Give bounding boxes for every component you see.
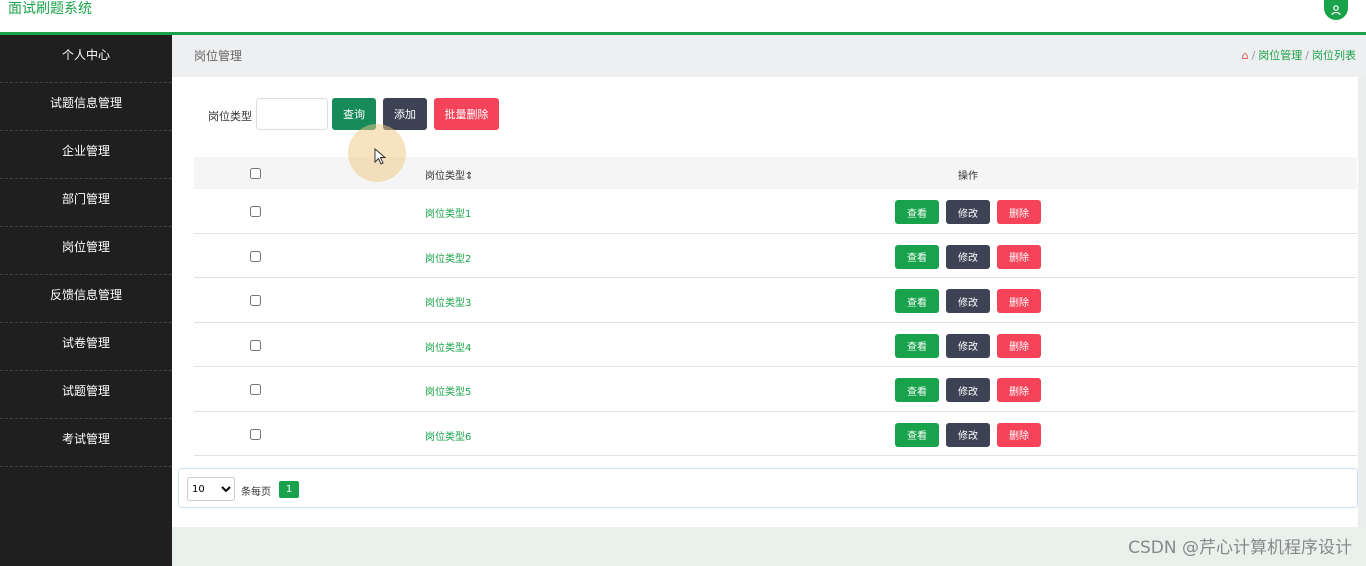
sidebar-item-questions[interactable]: 试题管理 (0, 371, 172, 419)
delete-button[interactable]: 删除 (997, 289, 1041, 313)
view-button[interactable]: 查看 (895, 289, 939, 313)
view-button[interactable]: 查看 (895, 378, 939, 402)
breadcrumb-item-list: 岗位列表 (1312, 49, 1356, 62)
row-checkbox[interactable] (250, 250, 261, 262)
delete-button[interactable]: 删除 (997, 378, 1041, 402)
edit-button[interactable]: 修改 (946, 422, 990, 447)
row-checkbox[interactable] (250, 339, 261, 351)
cell-position-type: 岗位类型4 (425, 342, 472, 354)
delete-button[interactable]: 删除 (997, 200, 1041, 224)
home-icon[interactable]: ⌂ (1242, 49, 1249, 62)
app-title: 面试刷题系统 (8, 1, 92, 17)
sidebar-item-personal-center[interactable]: 个人中心 (0, 35, 172, 83)
top-header: 面试刷题系统 (0, 0, 1366, 35)
view-button[interactable]: 查看 (895, 244, 939, 269)
cell-position-type: 岗位类型3 (425, 298, 472, 309)
row-checkbox[interactable] (250, 428, 261, 440)
delete-button[interactable]: 删除 (997, 422, 1041, 447)
cell-position-type: 岗位类型1 (425, 209, 472, 220)
breadcrumb-separator: / (1251, 48, 1256, 62)
search-label: 岗位类型 (208, 110, 252, 123)
cell-position-type: 岗位类型5 (425, 387, 472, 398)
sidebar-item-paper[interactable]: 试卷管理 (0, 323, 172, 371)
table-row: 岗位类型6 查看 修改 删除 (194, 411, 1357, 456)
view-button[interactable]: 查看 (895, 200, 939, 224)
add-button[interactable]: 添加 (383, 98, 427, 130)
sidebar-item-company[interactable]: 企业管理 (0, 131, 172, 179)
view-button[interactable]: 查看 (895, 422, 939, 447)
user-icon-glyph (1331, 5, 1341, 16)
position-type-input[interactable] (256, 98, 328, 130)
sort-icon[interactable]: ⇕ (465, 171, 473, 182)
watermark: CSDN @芹心计算机程序设计 (1128, 538, 1352, 558)
position-table: 岗位类型⇕ 操作 岗位类型1 查看 修改 删除 岗位类型2 查看 修改 删除 岗… (194, 157, 1357, 456)
table-row: 岗位类型4 查看 修改 删除 (194, 322, 1357, 367)
delete-button[interactable]: 删除 (997, 333, 1041, 358)
pagination: 10 条每页 1 (178, 468, 1358, 508)
sidebar-item-feedback[interactable]: 反馈信息管理 (0, 275, 172, 323)
column-header-type[interactable]: 岗位类型⇕ (425, 167, 473, 182)
breadcrumb-item-position[interactable]: 岗位管理 (1258, 47, 1302, 63)
table-row: 岗位类型1 查看 修改 删除 (194, 189, 1357, 234)
page-size-select[interactable]: 10 (187, 477, 235, 501)
edit-button[interactable]: 修改 (946, 289, 990, 313)
edit-button[interactable]: 修改 (946, 200, 990, 224)
user-icon[interactable] (1324, 0, 1348, 20)
select-all-checkbox[interactable] (250, 168, 261, 179)
breadcrumb: ⌂ / 岗位管理 / 岗位列表 (1242, 47, 1356, 63)
batch-delete-button[interactable]: 批量删除 (434, 98, 499, 130)
view-button[interactable]: 查看 (895, 333, 939, 358)
sidebar: 个人中心 试题信息管理 企业管理 部门管理 岗位管理 反馈信息管理 试卷管理 试… (0, 35, 172, 566)
table-row: 岗位类型5 查看 修改 删除 (194, 367, 1357, 412)
sidebar-item-exam[interactable]: 考试管理 (0, 419, 172, 467)
per-page-label: 条每页 (241, 487, 271, 498)
breadcrumb-separator: / (1305, 48, 1309, 62)
cell-position-type: 岗位类型6 (425, 431, 472, 443)
scrollbar[interactable] (1358, 77, 1366, 527)
table-row: 岗位类型2 查看 修改 删除 (194, 233, 1357, 278)
column-header-action: 操作 (958, 171, 978, 182)
row-checkbox[interactable] (250, 206, 261, 217)
cursor-arrow-icon (374, 148, 387, 165)
row-checkbox[interactable] (250, 295, 261, 306)
edit-button[interactable]: 修改 (946, 333, 990, 358)
row-checkbox[interactable] (250, 384, 261, 395)
main-area: 岗位管理 ⌂ / 岗位管理 / 岗位列表 岗位类型 查询 添加 批量删除 岗位类… (172, 35, 1366, 566)
sidebar-item-department[interactable]: 部门管理 (0, 179, 172, 227)
table-row: 岗位类型3 查看 修改 删除 (194, 278, 1357, 323)
sidebar-item-position[interactable]: 岗位管理 (0, 227, 172, 275)
edit-button[interactable]: 修改 (946, 378, 990, 402)
column-header-type-label: 岗位类型 (425, 171, 465, 182)
page-title: 岗位管理 (194, 49, 243, 63)
edit-button[interactable]: 修改 (946, 244, 990, 269)
page-header: 岗位管理 ⌂ / 岗位管理 / 岗位列表 (172, 35, 1366, 77)
delete-button[interactable]: 删除 (997, 244, 1041, 269)
page-number-button[interactable]: 1 (279, 481, 299, 498)
cell-position-type: 岗位类型2 (425, 253, 472, 265)
sidebar-item-question-info[interactable]: 试题信息管理 (0, 83, 172, 131)
